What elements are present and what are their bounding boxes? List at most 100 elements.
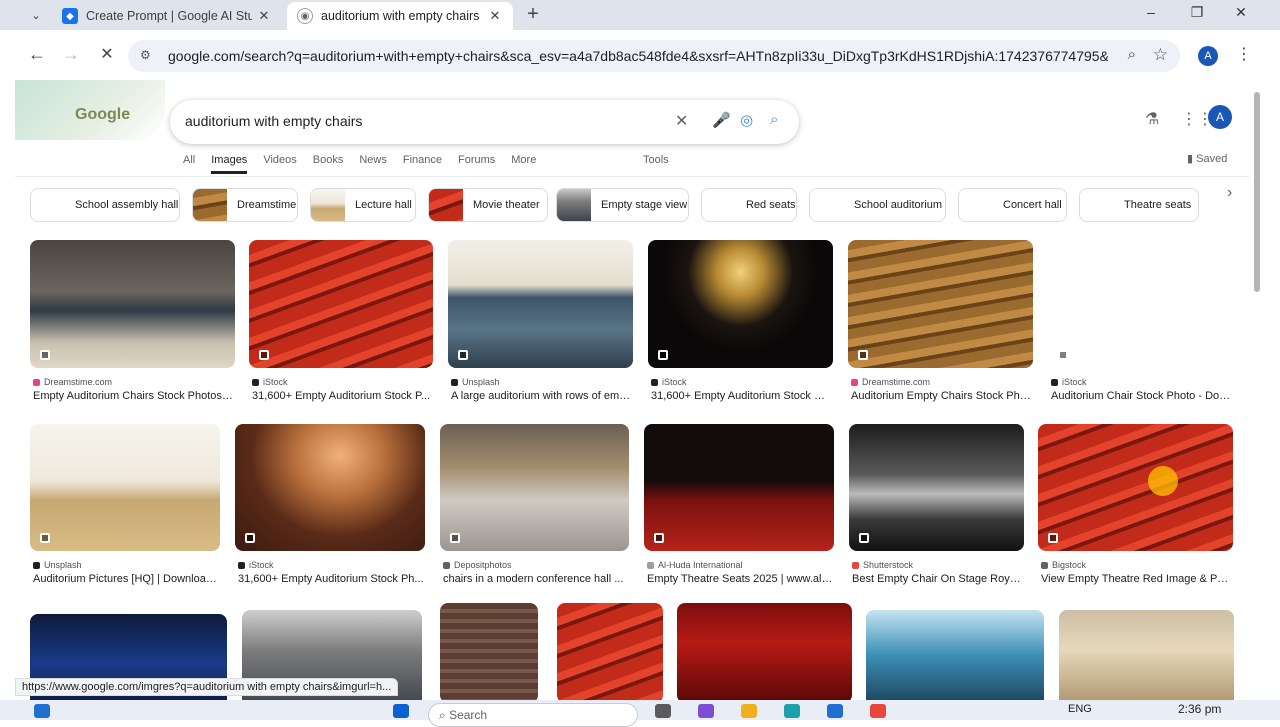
result-thumbnail[interactable] — [677, 603, 852, 700]
edge-icon[interactable] — [784, 704, 800, 718]
maximize-icon[interactable]: ❐ — [1182, 4, 1212, 21]
chevron-right-icon[interactable]: › — [1227, 184, 1232, 202]
google-doodle[interactable]: Google — [15, 80, 165, 140]
chip-movie-theater[interactable]: Movie theater — [428, 188, 548, 222]
result-thumbnail[interactable] — [557, 603, 663, 700]
chip-concert-hall[interactable]: Concert hall — [958, 188, 1067, 222]
result-title[interactable]: chairs in a modern conference hall ... — [443, 573, 628, 585]
url-text[interactable]: google.com/search?q=auditorium+with+empt… — [168, 48, 1108, 64]
result-source[interactable]: iStock — [252, 377, 288, 387]
tab-google-search[interactable]: ◉ auditorium with empty chairs - ✕ — [287, 2, 513, 30]
result-title[interactable]: Auditorium Empty Chairs Stock Pho... — [851, 390, 1032, 402]
task-view-icon[interactable] — [655, 704, 671, 718]
chrome-icon[interactable] — [870, 704, 886, 718]
chip-lecture-hall[interactable]: Lecture hall — [310, 188, 416, 222]
result-source[interactable]: Unsplash — [451, 377, 500, 387]
result-thumbnail[interactable] — [448, 240, 633, 368]
windows-start-icon[interactable] — [393, 704, 409, 718]
result-thumbnail[interactable] — [235, 424, 425, 551]
result-thumbnail[interactable] — [866, 610, 1044, 700]
clear-icon[interactable]: ✕ — [675, 111, 688, 131]
result-title[interactable]: Empty Auditorium Chairs Stock Photos ... — [33, 390, 234, 402]
account-avatar[interactable]: A — [1208, 105, 1232, 129]
search-icon[interactable]: ⌕ — [1128, 46, 1136, 63]
teams-icon[interactable] — [698, 704, 714, 718]
tab-close-icon[interactable]: ✕ — [256, 8, 272, 24]
chip-theatre-seats[interactable]: Theatre seats — [1079, 188, 1199, 222]
forward-icon[interactable]: → — [59, 44, 83, 65]
result-source[interactable]: Al-Huda International — [647, 560, 743, 570]
profile-avatar[interactable]: A — [1198, 46, 1218, 66]
file-explorer-icon[interactable] — [741, 704, 757, 718]
result-source[interactable]: iStock — [651, 377, 687, 387]
widgets-icon[interactable] — [34, 704, 50, 718]
google-logo[interactable]: Google — [75, 106, 130, 124]
voice-search-icon[interactable]: 🎤 — [712, 111, 731, 129]
result-thumbnail[interactable] — [648, 240, 833, 368]
result-source[interactable]: iStock — [238, 560, 274, 570]
result-source[interactable]: Bigstock — [1041, 560, 1086, 570]
result-source[interactable]: Shutterstock — [852, 560, 913, 570]
tab-ai-studio[interactable]: ◆ Create Prompt | Google AI Studio ✕ — [52, 2, 282, 30]
browser-menu-icon[interactable]: ⋮ — [1236, 44, 1252, 64]
chip-school-auditorium[interactable]: School auditorium — [809, 188, 946, 222]
scrollbar[interactable] — [1252, 80, 1262, 700]
nav-finance[interactable]: Finance — [403, 154, 442, 174]
result-title[interactable]: Auditorium Chair Stock Photo - Dow... — [1051, 390, 1233, 402]
result-source[interactable]: iStock — [1051, 377, 1087, 387]
minimize-icon[interactable]: – — [1136, 4, 1166, 20]
result-thumbnail[interactable] — [849, 424, 1024, 551]
language-indicator[interactable]: ENG — [1068, 703, 1092, 715]
close-window-icon[interactable]: ✕ — [1226, 4, 1256, 21]
address-bar[interactable]: ⚙ google.com/search?q=auditorium+with+em… — [128, 40, 1180, 72]
result-title[interactable]: 31,600+ Empty Auditorium Stock Ph... — [238, 573, 424, 585]
lens-icon[interactable]: ◎ — [740, 111, 753, 129]
nav-videos[interactable]: Videos — [263, 154, 296, 174]
result-thumbnail[interactable] — [440, 603, 538, 700]
result-source[interactable]: Dreamstime.com — [851, 377, 930, 387]
search-icon[interactable]: ⌕ — [770, 111, 778, 128]
result-thumbnail[interactable] — [1059, 610, 1234, 700]
clock[interactable]: 2:36 pm — [1178, 702, 1221, 716]
chip-empty-stage-view[interactable]: Empty stage view — [556, 188, 689, 222]
result-source[interactable]: Unsplash — [33, 560, 82, 570]
result-source[interactable]: Depositphotos — [443, 560, 512, 570]
result-thumbnail[interactable] — [440, 424, 629, 551]
result-title[interactable]: Auditorium Pictures [HQ] | Download ... — [33, 573, 219, 585]
store-icon[interactable] — [827, 704, 843, 718]
chip-school-assembly-hall[interactable]: School assembly hall — [30, 188, 180, 222]
taskbar-search[interactable]: ⌕ Search — [428, 703, 638, 727]
saved-button[interactable]: ▮ Saved — [1187, 152, 1227, 165]
result-thumbnail[interactable] — [30, 240, 235, 368]
tools-button[interactable]: Tools — [643, 154, 669, 166]
nav-books[interactable]: Books — [313, 154, 344, 174]
nav-all[interactable]: All — [183, 154, 195, 174]
result-source[interactable]: Dreamstime.com — [33, 377, 112, 387]
nav-forums[interactable]: Forums — [458, 154, 495, 174]
result-title[interactable]: Empty Theatre Seats 2025 | www.alh... — [647, 573, 833, 585]
search-input[interactable]: auditorium with empty chairs — [185, 113, 362, 129]
nav-more[interactable]: More — [511, 154, 536, 174]
result-title[interactable]: A large auditorium with rows of emp... — [451, 390, 632, 402]
chip-dreamstime[interactable]: Dreamstime — [192, 188, 298, 222]
back-icon[interactable]: ← — [25, 44, 49, 65]
bookmark-star-icon[interactable]: ☆ — [1153, 45, 1168, 65]
result-thumbnail[interactable] — [1048, 240, 1234, 368]
result-title[interactable]: View Empty Theatre Red Image & Ph... — [1041, 573, 1232, 585]
result-thumbnail[interactable] — [848, 240, 1033, 368]
stop-loading-icon[interactable]: ✕ — [95, 44, 119, 64]
result-thumbnail[interactable] — [644, 424, 834, 551]
search-box[interactable]: auditorium with empty chairs ✕ 🎤 ◎ ⌕ — [170, 100, 799, 144]
site-settings-icon[interactable]: ⚙ — [140, 48, 151, 62]
result-thumbnail[interactable] — [30, 424, 220, 551]
chip-red-seats[interactable]: Red seats — [701, 188, 797, 222]
nav-images[interactable]: Images — [211, 154, 248, 174]
scroll-thumb[interactable] — [1254, 92, 1260, 292]
result-thumbnail[interactable] — [249, 240, 433, 368]
new-tab-icon[interactable]: + — [522, 4, 544, 24]
nav-news[interactable]: News — [359, 154, 387, 174]
result-title[interactable]: 31,600+ Empty Auditorium Stock Ph... — [651, 390, 832, 402]
tab-search-icon[interactable]: ⌄ — [26, 5, 46, 25]
result-title[interactable]: Best Empty Chair On Stage Roya... — [852, 573, 1023, 585]
tab-close-icon[interactable]: ✕ — [487, 8, 503, 24]
